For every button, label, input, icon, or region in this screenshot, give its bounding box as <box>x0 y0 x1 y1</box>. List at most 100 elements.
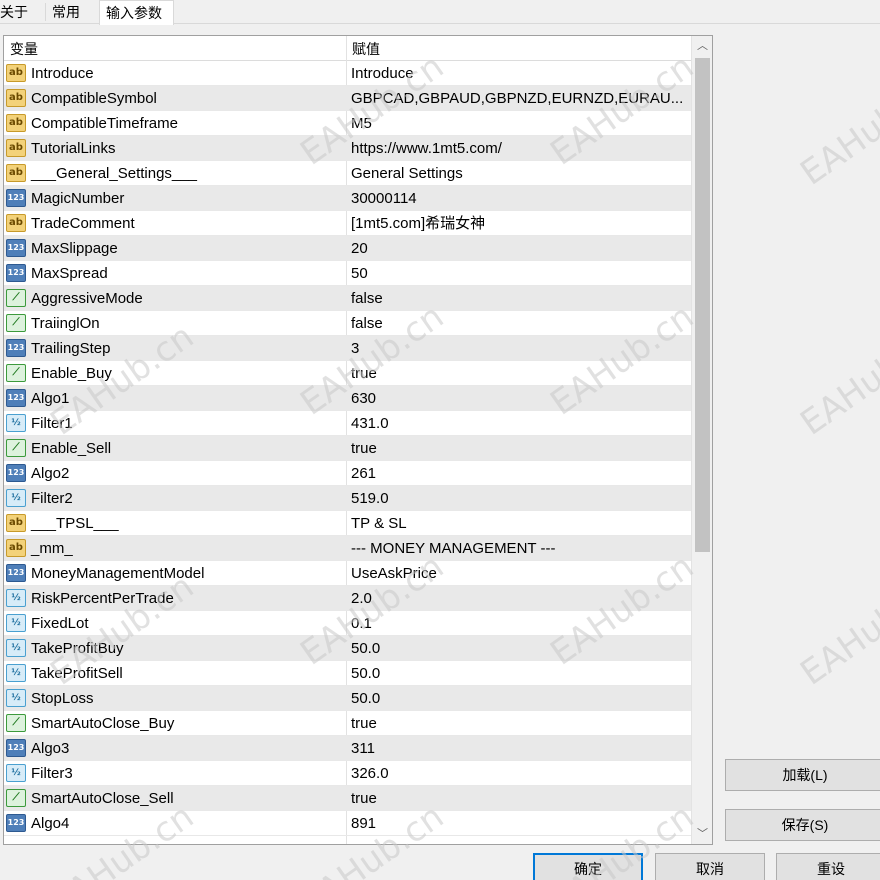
parameter-row[interactable]: ½ Filter1 431.0 <box>4 411 691 436</box>
tab-inputs[interactable]: 输入参数 <box>99 0 174 25</box>
parameter-row[interactable]: 123 MaxSlippage 20 <box>4 236 691 261</box>
parameter-row[interactable]: 123 Algo4 891 <box>4 811 691 836</box>
parameter-name: MagicNumber <box>31 190 125 207</box>
parameter-value[interactable]: 0.1 <box>351 611 685 636</box>
integer-type-icon: 123 <box>6 739 26 757</box>
parameter-name: TakeProfitBuy <box>31 640 124 657</box>
parameter-value[interactable]: 50 <box>351 261 685 286</box>
parameter-value[interactable]: UseAskPrice <box>351 561 685 586</box>
parameter-value[interactable]: 261 <box>351 461 685 486</box>
scroll-up-arrow-icon[interactable]: ︿ <box>692 36 712 56</box>
parameter-value[interactable]: 50.0 <box>351 661 685 686</box>
scrollbar-thumb[interactable] <box>695 58 710 552</box>
parameter-value[interactable]: true <box>351 436 685 461</box>
parameter-name: StopLoss <box>31 690 94 707</box>
parameter-row[interactable]: ab ___General_Settings___ General Settings <box>4 161 691 186</box>
scroll-down-arrow-icon[interactable]: ﹀ <box>692 824 712 844</box>
parameter-row[interactable]: ⟋ Enable_Buy true <box>4 361 691 386</box>
parameter-value[interactable]: https://www.1mt5.com/ <box>351 136 685 161</box>
integer-type-icon: 123 <box>6 564 26 582</box>
parameter-value[interactable]: false <box>351 286 685 311</box>
watermark: EAHub.cn <box>793 316 880 444</box>
parameter-name: Filter1 <box>31 415 73 432</box>
double-type-icon: ½ <box>6 589 26 607</box>
parameter-row[interactable]: ½ RiskPercentPerTrade 2.0 <box>4 586 691 611</box>
parameter-value[interactable]: GBPCAD,GBPAUD,GBPNZD,EURNZD,EURAU... <box>351 86 685 111</box>
parameter-row[interactable]: ½ Filter3 326.0 <box>4 761 691 786</box>
parameter-value[interactable]: TP & SL <box>351 511 685 536</box>
parameter-value[interactable]: false <box>351 311 685 336</box>
parameter-value[interactable]: 891 <box>351 811 685 836</box>
parameter-value[interactable]: 2.0 <box>351 586 685 611</box>
parameter-row[interactable]: ½ TakeProfitBuy 50.0 <box>4 636 691 661</box>
parameter-name: SmartAutoClose_Sell <box>31 790 174 807</box>
parameter-row[interactable]: ½ Filter2 519.0 <box>4 486 691 511</box>
parameter-value[interactable]: 50.0 <box>351 636 685 661</box>
tab-common[interactable]: 常用 <box>46 0 98 24</box>
parameter-row[interactable]: 123 TrailingStep 3 <box>4 336 691 361</box>
parameter-row[interactable]: ⟋ SmartAutoClose_Buy true <box>4 711 691 736</box>
parameter-row[interactable]: ab TradeComment [1mt5.com]希瑞女神 <box>4 211 691 236</box>
integer-type-icon: 123 <box>6 389 26 407</box>
ok-button[interactable]: 确定 <box>533 853 643 880</box>
boolean-type-icon: ⟋ <box>6 789 26 807</box>
parameter-row[interactable]: ½ TakeProfitSell 50.0 <box>4 661 691 686</box>
save-button[interactable]: 保存(S) <box>725 809 880 841</box>
parameter-name: TakeProfitSell <box>31 665 123 682</box>
parameter-row[interactable]: ab CompatibleTimeframe M5 <box>4 111 691 136</box>
parameter-name: MoneyManagementModel <box>31 565 205 582</box>
parameter-value[interactable]: M5 <box>351 111 685 136</box>
grid-header: 变量 赋值 <box>4 36 691 61</box>
parameter-row[interactable]: ab Introduce Introduce <box>4 61 691 86</box>
parameter-value[interactable]: --- MONEY MANAGEMENT --- <box>351 536 685 561</box>
parameter-row[interactable]: ½ FixedLot 0.1 <box>4 611 691 636</box>
parameter-value[interactable]: [1mt5.com]希瑞女神 <box>351 211 685 236</box>
parameter-value[interactable]: 431.0 <box>351 411 685 436</box>
parameter-row[interactable]: ⟋ SmartAutoClose_Sell true <box>4 786 691 811</box>
parameter-row[interactable]: ½ StopLoss 50.0 <box>4 686 691 711</box>
double-type-icon: ½ <box>6 489 26 507</box>
column-header-variable[interactable]: 变量 <box>10 36 38 61</box>
parameter-row[interactable]: ⟋ Enable_Sell true <box>4 436 691 461</box>
parameter-name: _mm_ <box>31 540 73 557</box>
parameter-row[interactable]: 123 Algo1 630 <box>4 386 691 411</box>
integer-type-icon: 123 <box>6 814 26 832</box>
parameter-value[interactable]: true <box>351 711 685 736</box>
parameter-value[interactable]: 311 <box>351 736 685 761</box>
parameter-value[interactable]: 50.0 <box>351 686 685 711</box>
parameter-value[interactable]: 630 <box>351 386 685 411</box>
parameter-row[interactable]: 123 MoneyManagementModel UseAskPrice <box>4 561 691 586</box>
parameter-row[interactable]: 123 Algo2 261 <box>4 461 691 486</box>
parameter-value[interactable]: 519.0 <box>351 486 685 511</box>
parameter-row[interactable]: ab _mm_ --- MONEY MANAGEMENT --- <box>4 536 691 561</box>
parameter-row[interactable]: 123 MagicNumber 30000114 <box>4 186 691 211</box>
parameter-name: CompatibleTimeframe <box>31 115 178 132</box>
vertical-scrollbar[interactable]: ︿ ﹀ <box>691 36 712 844</box>
double-type-icon: ½ <box>6 614 26 632</box>
parameter-value[interactable]: true <box>351 361 685 386</box>
parameter-value[interactable]: 3 <box>351 336 685 361</box>
parameter-value[interactable]: 326.0 <box>351 761 685 786</box>
load-button[interactable]: 加载(L) <box>725 759 880 791</box>
tab-about[interactable]: 关于 <box>0 0 44 24</box>
parameter-row[interactable]: ab ___TPSL___ TP & SL <box>4 511 691 536</box>
column-header-value[interactable]: 赋值 <box>352 36 380 61</box>
parameter-row[interactable]: ⟋ TraiinglOn false <box>4 311 691 336</box>
parameter-row[interactable]: ⟋ AggressiveMode false <box>4 286 691 311</box>
parameter-row[interactable]: 123 Algo3 311 <box>4 736 691 761</box>
parameter-value[interactable]: Introduce <box>351 61 685 86</box>
parameter-value[interactable]: 20 <box>351 236 685 261</box>
parameter-name: SmartAutoClose_Buy <box>31 715 175 732</box>
reset-button[interactable]: 重设 <box>776 853 880 880</box>
cancel-button[interactable]: 取消 <box>655 853 765 880</box>
double-type-icon: ½ <box>6 689 26 707</box>
parameter-row[interactable]: ab TutorialLinks https://www.1mt5.com/ <box>4 136 691 161</box>
parameter-value[interactable]: 30000114 <box>351 186 685 211</box>
parameter-row[interactable]: 123 MaxSpread 50 <box>4 261 691 286</box>
parameter-row[interactable]: ab CompatibleSymbol GBPCAD,GBPAUD,GBPNZD,E… <box>4 86 691 111</box>
double-type-icon: ½ <box>6 664 26 682</box>
parameter-rows: ab Introduce Introduce ab CompatibleSymbol GB… <box>4 61 691 836</box>
boolean-type-icon: ⟋ <box>6 289 26 307</box>
parameter-value[interactable]: true <box>351 786 685 811</box>
parameter-value[interactable]: General Settings <box>351 161 685 186</box>
